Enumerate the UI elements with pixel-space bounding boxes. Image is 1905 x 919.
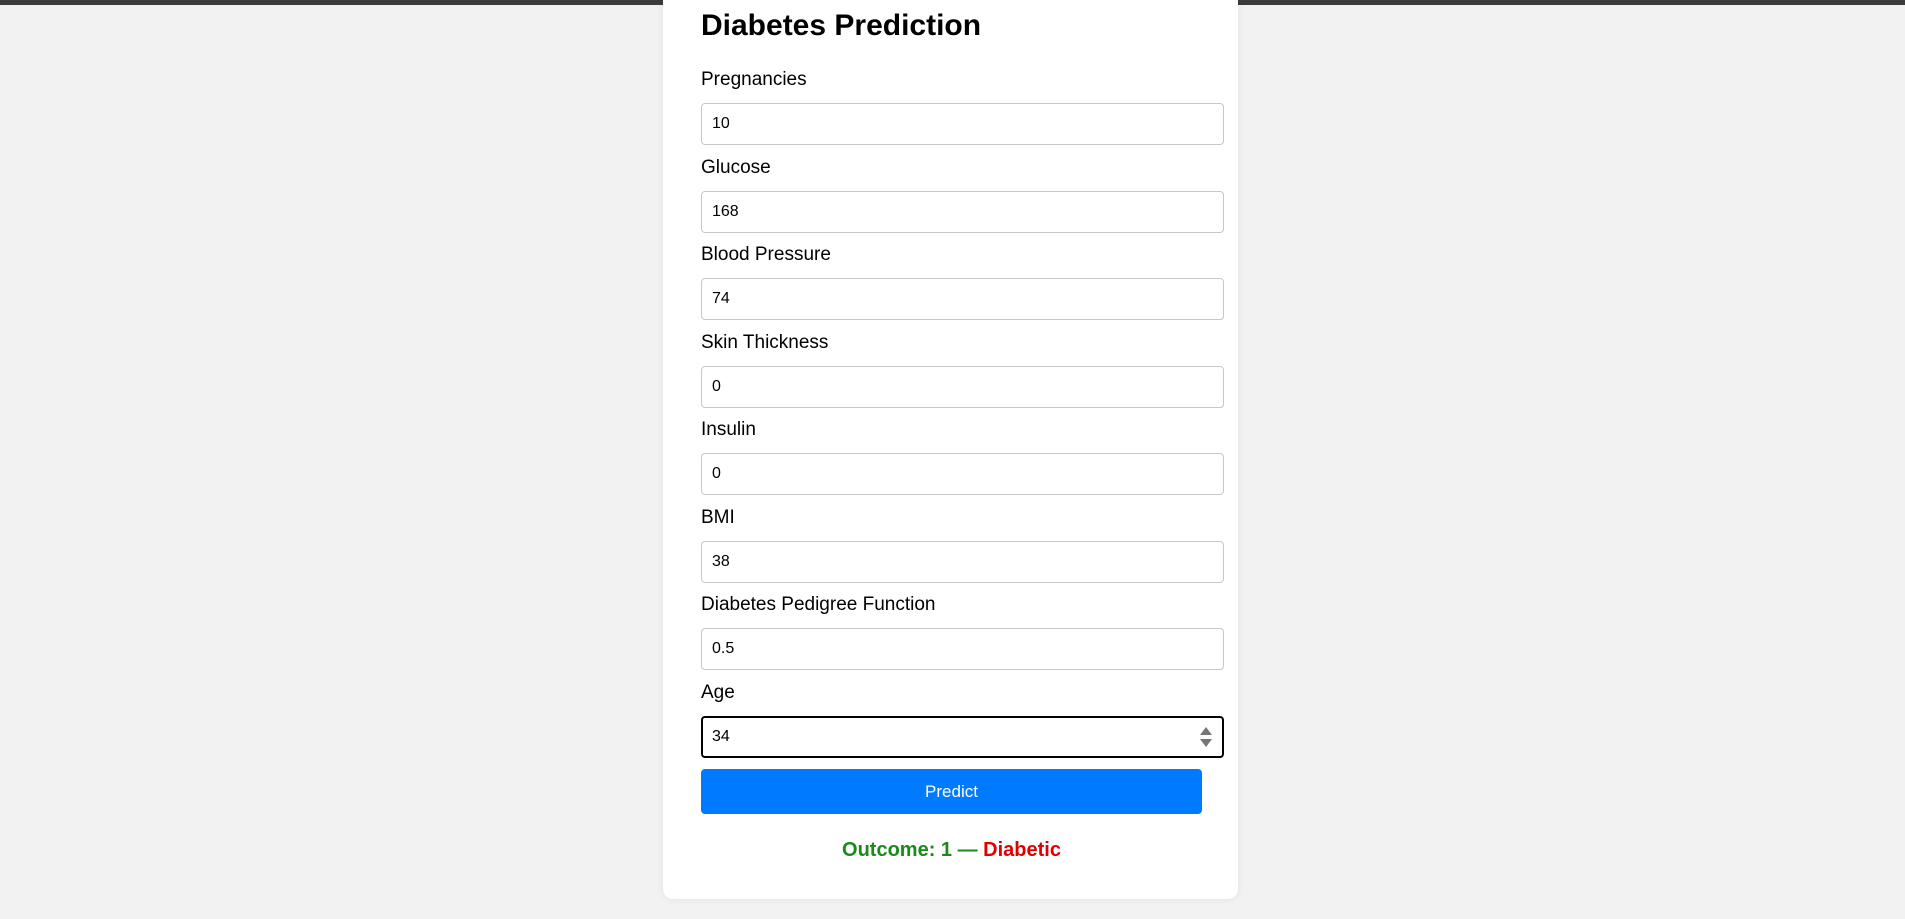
field-bmi: BMI xyxy=(701,507,1224,583)
spinner-up-icon[interactable] xyxy=(1200,727,1212,735)
pregnancies-label: Pregnancies xyxy=(701,69,807,90)
field-blood-pressure: Blood Pressure xyxy=(701,244,1224,320)
field-skin-thickness: Skin Thickness xyxy=(701,332,1224,408)
outcome-prefix: Outcome: 1 — xyxy=(842,839,978,861)
bmi-label: BMI xyxy=(701,507,735,528)
page-title: Diabetes Prediction xyxy=(701,9,982,42)
field-age: Age xyxy=(701,682,1224,758)
diabetes-pedigree-function-label: Diabetes Pedigree Function xyxy=(701,594,936,615)
spinner-arrows-icon[interactable] xyxy=(1200,727,1212,749)
field-pregnancies: Pregnancies xyxy=(701,69,1224,145)
blood-pressure-input[interactable] xyxy=(701,278,1224,320)
predict-button[interactable]: Predict xyxy=(701,769,1202,814)
bmi-input[interactable] xyxy=(701,541,1224,583)
insulin-input[interactable] xyxy=(701,453,1224,495)
glucose-input[interactable] xyxy=(701,191,1224,233)
insulin-label: Insulin xyxy=(701,419,756,440)
outcome-result: Outcome: 1 — Diabetic xyxy=(701,838,1202,862)
field-insulin: Insulin xyxy=(701,419,1224,495)
diabetes-pedigree-function-input[interactable] xyxy=(701,628,1224,670)
field-glucose: Glucose xyxy=(701,157,1224,233)
age-label: Age xyxy=(701,682,735,703)
spinner-down-icon[interactable] xyxy=(1200,739,1212,747)
outcome-verdict: Diabetic xyxy=(983,839,1061,861)
blood-pressure-label: Blood Pressure xyxy=(701,244,831,265)
skin-thickness-input[interactable] xyxy=(701,366,1224,408)
age-input[interactable] xyxy=(701,716,1224,758)
field-diabetes-pedigree-function: Diabetes Pedigree Function xyxy=(701,594,1224,670)
prediction-card: Diabetes Prediction Pregnancies Glucose … xyxy=(663,0,1238,899)
glucose-label: Glucose xyxy=(701,157,771,178)
pregnancies-input[interactable] xyxy=(701,103,1224,145)
skin-thickness-label: Skin Thickness xyxy=(701,332,829,353)
